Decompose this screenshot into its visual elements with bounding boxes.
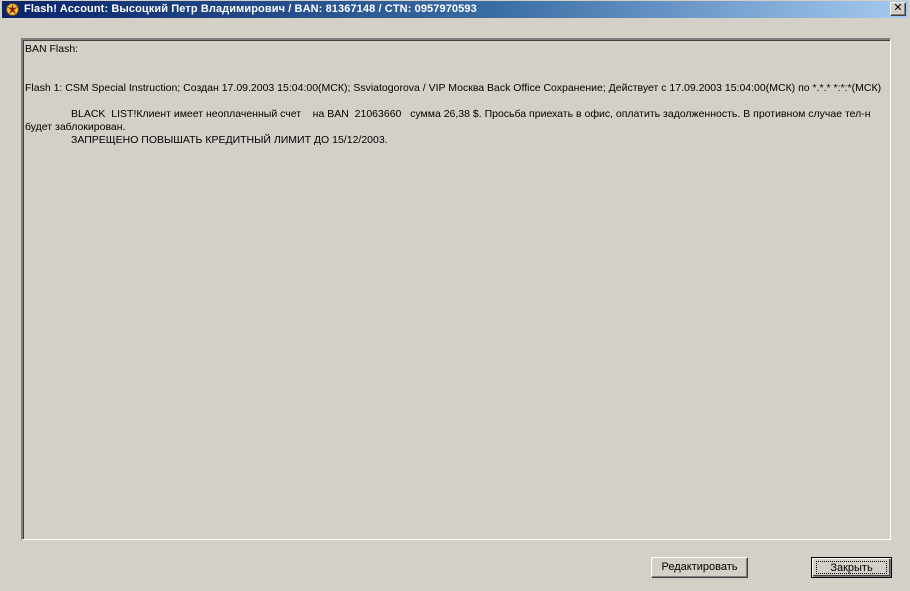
close-button-label: Закрыть [816, 561, 887, 574]
ban-flash-header: BAN Flash: [25, 43, 79, 55]
title-bar[interactable]: Flash! Account: Высоцкий Петр Владимиров… [2, 1, 908, 18]
flash-text-area[interactable]: BAN Flash: Flash 1: CSM Special Instruct… [21, 38, 891, 540]
flash-info-line: Flash 1: CSM Special Instruction; Создан… [25, 82, 882, 94]
credit-limit-message: ЗАПРЕЩЕНО ПОВЫШАТЬ КРЕДИТНЫЙ ЛИМИТ ДО 15… [71, 134, 388, 146]
close-icon[interactable]: ✕ [890, 2, 906, 16]
edit-button[interactable]: Редактировать [651, 557, 748, 578]
close-button[interactable]: Закрыть [811, 557, 892, 578]
window-title: Flash! Account: Высоцкий Петр Владимиров… [24, 3, 477, 15]
flash-app-icon [6, 3, 19, 16]
black-list-message: BLACK LIST!Клиент имеет неоплаченный сче… [25, 108, 874, 133]
flash-dialog-window: Flash! Account: Высоцкий Петр Владимиров… [0, 0, 910, 591]
flash-text-content: BAN Flash: Flash 1: CSM Special Instruct… [23, 40, 890, 539]
